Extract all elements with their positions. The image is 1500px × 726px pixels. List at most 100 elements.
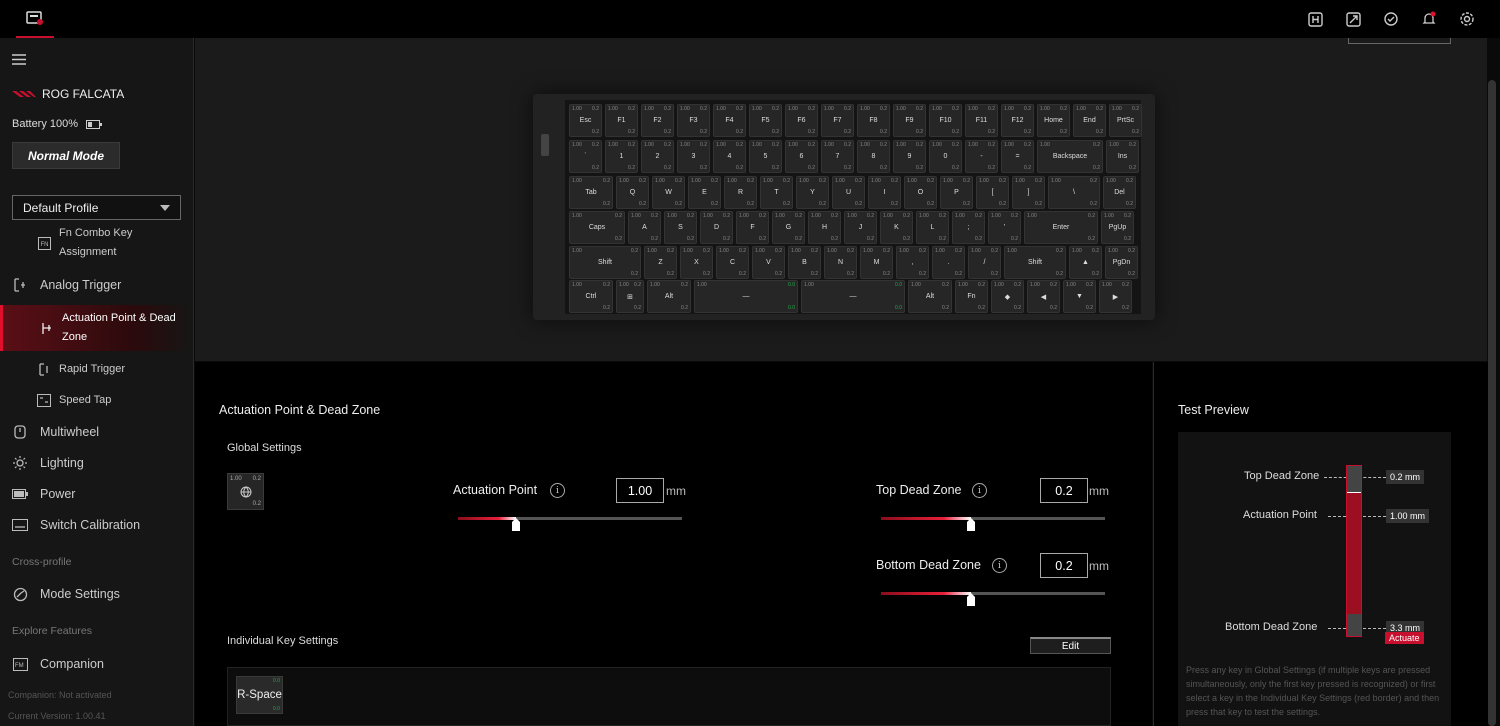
keyboard-key[interactable]: 6 1.00 0.2 0.2 — [785, 140, 818, 173]
keyboard-key[interactable]: Y 1.00 0.2 0.2 — [796, 176, 829, 209]
keyboard-key[interactable]: F5 1.00 0.2 0.2 — [749, 104, 782, 137]
sidebar-item-actuation[interactable]: Actuation Point & Dead Zone — [0, 305, 193, 351]
keyboard-key[interactable]: 5 1.00 0.2 0.2 — [749, 140, 782, 173]
keyboard-key[interactable]: Alt 1.00 0.2 0.2 — [908, 280, 952, 313]
global-key[interactable]: 1.00 0.2 0.2 — [227, 473, 264, 510]
gear-icon[interactable] — [1458, 10, 1476, 28]
actuation-point-input[interactable]: 1.00 — [616, 478, 664, 503]
keyboard-key[interactable]: ' 1.00 0.2 0.2 — [988, 211, 1021, 244]
keyboard-key[interactable]: 9 1.00 0.2 0.2 — [893, 140, 926, 173]
keyboard-key[interactable]: Caps 1.00 0.2 0.2 — [569, 211, 625, 244]
keyboard-key[interactable]: Shift 1.00 0.2 0.2 — [1004, 246, 1066, 279]
keyboard-scroll-handle[interactable] — [541, 134, 549, 156]
keyboard-key[interactable]: T 1.00 0.2 0.2 — [760, 176, 793, 209]
keyboard-key[interactable]: ▲ 1.00 0.2 0.2 — [1069, 246, 1102, 279]
keyboard-key[interactable]: Fn 1.00 0.2 0.2 — [955, 280, 988, 313]
sidebar-item-multiwheel[interactable]: Multiwheel — [0, 423, 193, 441]
keyboard-key[interactable]: I 1.00 0.2 0.2 — [868, 176, 901, 209]
keyboard-key[interactable]: V 1.00 0.2 0.2 — [752, 246, 785, 279]
keyboard-key[interactable]: O 1.00 0.2 0.2 — [904, 176, 937, 209]
keyboard-key[interactable]: PrtSc 1.00 0.2 0.2 — [1109, 104, 1142, 137]
slider-thumb[interactable] — [966, 593, 975, 606]
keyboard-key[interactable]: Backspace 1.00 0.2 0.2 — [1037, 140, 1103, 173]
keyboard-key[interactable]: F7 1.00 0.2 0.2 — [821, 104, 854, 137]
slider-thumb[interactable] — [512, 518, 521, 531]
keyboard-key[interactable]: ▶ 1.00 0.2 0.2 — [1099, 280, 1132, 313]
keyboard-key[interactable]: L 1.00 0.2 0.2 — [916, 211, 949, 244]
keyboard-key[interactable]: F3 1.00 0.2 0.2 — [677, 104, 710, 137]
keyboard-key[interactable]: ` 1.00 0.2 0.2 — [569, 140, 602, 173]
keyboard-key[interactable]: J 1.00 0.2 0.2 — [844, 211, 877, 244]
keyboard-key[interactable]: Esc 1.00 0.2 0.2 — [569, 104, 602, 137]
keyboard-key[interactable]: Ctrl 1.00 0.2 0.2 — [569, 280, 613, 313]
keyboard-key[interactable]: F11 1.00 0.2 0.2 — [965, 104, 998, 137]
top-right-control[interactable] — [1348, 38, 1451, 44]
sidebar-item-power[interactable]: Power — [0, 485, 193, 503]
keyboard-key[interactable]: S 1.00 0.2 0.2 — [664, 211, 697, 244]
keyboard-key[interactable]: PgUp 1.00 0.2 0.2 — [1101, 211, 1134, 244]
sync-icon[interactable] — [1382, 10, 1400, 28]
keyboard-key[interactable]: F1 1.00 0.2 0.2 — [605, 104, 638, 137]
keyboard-key[interactable]: [1.00 0.2 0.2 — [976, 176, 1009, 209]
info-icon[interactable]: i — [992, 558, 1007, 573]
keyboard-key[interactable]: F9 1.00 0.2 0.2 — [893, 104, 926, 137]
keyboard-key[interactable]: 7 1.00 0.2 0.2 — [821, 140, 854, 173]
keyboard-key[interactable]: = 1.00 0.2 0.2 — [1001, 140, 1034, 173]
keyboard-key[interactable]: F 1.00 0.2 0.2 — [736, 211, 769, 244]
keyboard-key[interactable]: ⊞ 1.00 0.2 0.2 — [616, 280, 644, 313]
keyboard-key[interactable]: Shift 1.00 0.2 0.2 — [569, 246, 641, 279]
keyboard-key[interactable]: C 1.00 0.2 0.2 — [716, 246, 749, 279]
keyboard-key[interactable]: F2 1.00 0.2 0.2 — [641, 104, 674, 137]
keyboard-key[interactable]: — 1.00 0.0 0.0 — [801, 280, 905, 313]
keyboard-key[interactable]: D 1.00 0.2 0.2 — [700, 211, 733, 244]
keyboard-key[interactable]: F6 1.00 0.2 0.2 — [785, 104, 818, 137]
keyboard-key[interactable]: 0 1.00 0.2 0.2 — [929, 140, 962, 173]
keyboard-key[interactable]: , 1.00 0.2 0.2 — [896, 246, 929, 279]
keyboard-key[interactable]: 1 1.00 0.2 0.2 — [605, 140, 638, 173]
keyboard-key[interactable]: F12 1.00 0.2 0.2 — [1001, 104, 1034, 137]
keyboard-key[interactable]: 8 1.00 0.2 0.2 — [857, 140, 890, 173]
keyboard-key[interactable]: 4 1.00 0.2 0.2 — [713, 140, 746, 173]
sidebar-item-fn-combo[interactable]: FN Fn Combo Key Assignment — [0, 224, 193, 262]
keyboard-key[interactable]: ◆ 1.00 0.2 0.2 — [991, 280, 1024, 313]
keyboard-key[interactable]: B 1.00 0.2 0.2 — [788, 246, 821, 279]
keyboard-key[interactable]: \ 1.00 0.2 0.2 — [1048, 176, 1100, 209]
sidebar-item-switch-calibration[interactable]: Switch Calibration — [0, 516, 193, 534]
keyboard-key[interactable]: A 1.00 0.2 0.2 — [628, 211, 661, 244]
sidebar-item-mode-settings[interactable]: Mode Settings — [0, 585, 193, 603]
scrollbar[interactable] — [1488, 80, 1496, 726]
keyboard-key[interactable]: Enter 1.00 0.2 0.2 — [1024, 211, 1098, 244]
profile-select[interactable]: Default Profile — [12, 195, 181, 220]
sidebar-item-rapid-trigger[interactable]: Rapid Trigger — [0, 360, 193, 378]
keyboard-key[interactable]: R 1.00 0.2 0.2 — [724, 176, 757, 209]
slider-thumb[interactable] — [966, 518, 975, 531]
bottom-dead-zone-input[interactable]: 0.2 — [1040, 553, 1088, 578]
keyboard-key[interactable]: 2 1.00 0.2 0.2 — [641, 140, 674, 173]
top-dead-zone-slider[interactable] — [881, 517, 1105, 531]
keyboard-key[interactable]: F8 1.00 0.2 0.2 — [857, 104, 890, 137]
hamburger-icon[interactable] — [12, 52, 26, 70]
keyboard-key[interactable]: X 1.00 0.2 0.2 — [680, 246, 713, 279]
sidebar-item-lighting[interactable]: Lighting — [0, 454, 193, 472]
keyboard-key[interactable]: Ins 1.00 0.2 0.2 — [1106, 140, 1139, 173]
keyboard-key[interactable]: F10 1.00 0.2 0.2 — [929, 104, 962, 137]
app-logo-icon[interactable] — [16, 0, 54, 38]
macro-icon[interactable] — [1306, 10, 1324, 28]
keyboard-key[interactable]: G 1.00 0.2 0.2 — [772, 211, 805, 244]
bottom-dead-zone-slider[interactable] — [881, 592, 1105, 606]
keyboard-key[interactable]: Tab 1.00 0.2 0.2 — [569, 176, 613, 209]
keyboard-key[interactable]: . 1.00 0.2 0.2 — [932, 246, 965, 279]
keyboard-key[interactable]: W 1.00 0.2 0.2 — [652, 176, 685, 209]
keyboard-key[interactable]: End 1.00 0.2 0.2 — [1073, 104, 1106, 137]
info-icon[interactable]: i — [972, 483, 987, 498]
edit-button[interactable]: Edit — [1030, 637, 1111, 654]
keyboard-key[interactable]: ▼ 1.00 0.2 0.2 — [1063, 280, 1096, 313]
top-dead-zone-input[interactable]: 0.2 — [1040, 478, 1088, 503]
keyboard-key[interactable]: ; 1.00 0.2 0.2 — [952, 211, 985, 244]
actuation-point-slider[interactable] — [458, 517, 682, 531]
keyboard-key[interactable]: -1.00 0.2 0.2 — [965, 140, 998, 173]
keyboard-key[interactable]: /1.00 0.2 0.2 — [968, 246, 1001, 279]
keyboard-key[interactable]: — 1.00 0.0 0.0 — [694, 280, 798, 313]
keyboard-key[interactable]: PgDn 1.00 0.2 0.2 — [1105, 246, 1138, 279]
info-icon[interactable]: i — [550, 483, 565, 498]
